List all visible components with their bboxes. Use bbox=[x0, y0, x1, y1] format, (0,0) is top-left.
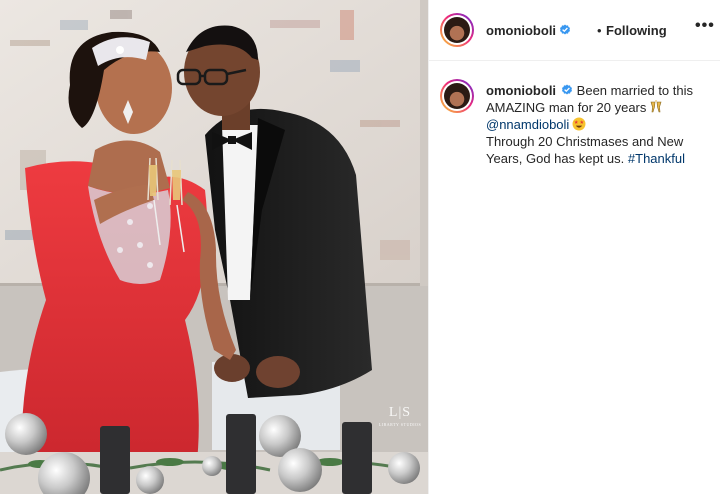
header-username[interactable]: omonioboli bbox=[486, 23, 571, 38]
clinking-glasses-emoji bbox=[650, 100, 662, 113]
verified-badge-icon bbox=[562, 84, 573, 95]
photo-watermark: L|S LIBARTY STUDIOS bbox=[378, 405, 422, 427]
post-photo[interactable]: L|S LIBARTY STUDIOS bbox=[0, 0, 428, 494]
couple-photo-illustration bbox=[0, 0, 428, 494]
hashtag-link[interactable]: #Thankful bbox=[628, 151, 685, 166]
post-header: omonioboli • Following ••• bbox=[429, 0, 720, 61]
following-button[interactable]: Following bbox=[606, 23, 667, 38]
more-options-icon[interactable]: ••• bbox=[695, 17, 715, 35]
header-separator: • bbox=[597, 23, 602, 38]
verified-badge-icon bbox=[560, 24, 571, 35]
star-struck-emoji bbox=[572, 117, 586, 131]
caption-avatar[interactable] bbox=[440, 79, 474, 113]
watermark-logo: L|S bbox=[388, 405, 412, 420]
caption-text: omonioboli Been married to this AMAZING … bbox=[486, 82, 718, 167]
watermark-studio: LIBARTY STUDIOS bbox=[378, 422, 422, 427]
avatar[interactable] bbox=[440, 13, 474, 47]
header-username-text[interactable]: omonioboli bbox=[486, 23, 556, 38]
caption-username[interactable]: omonioboli bbox=[486, 83, 556, 98]
mention-link[interactable]: @nnamdioboli bbox=[486, 117, 569, 132]
post-details-panel: omonioboli • Following ••• omonioboli Be… bbox=[428, 0, 720, 494]
